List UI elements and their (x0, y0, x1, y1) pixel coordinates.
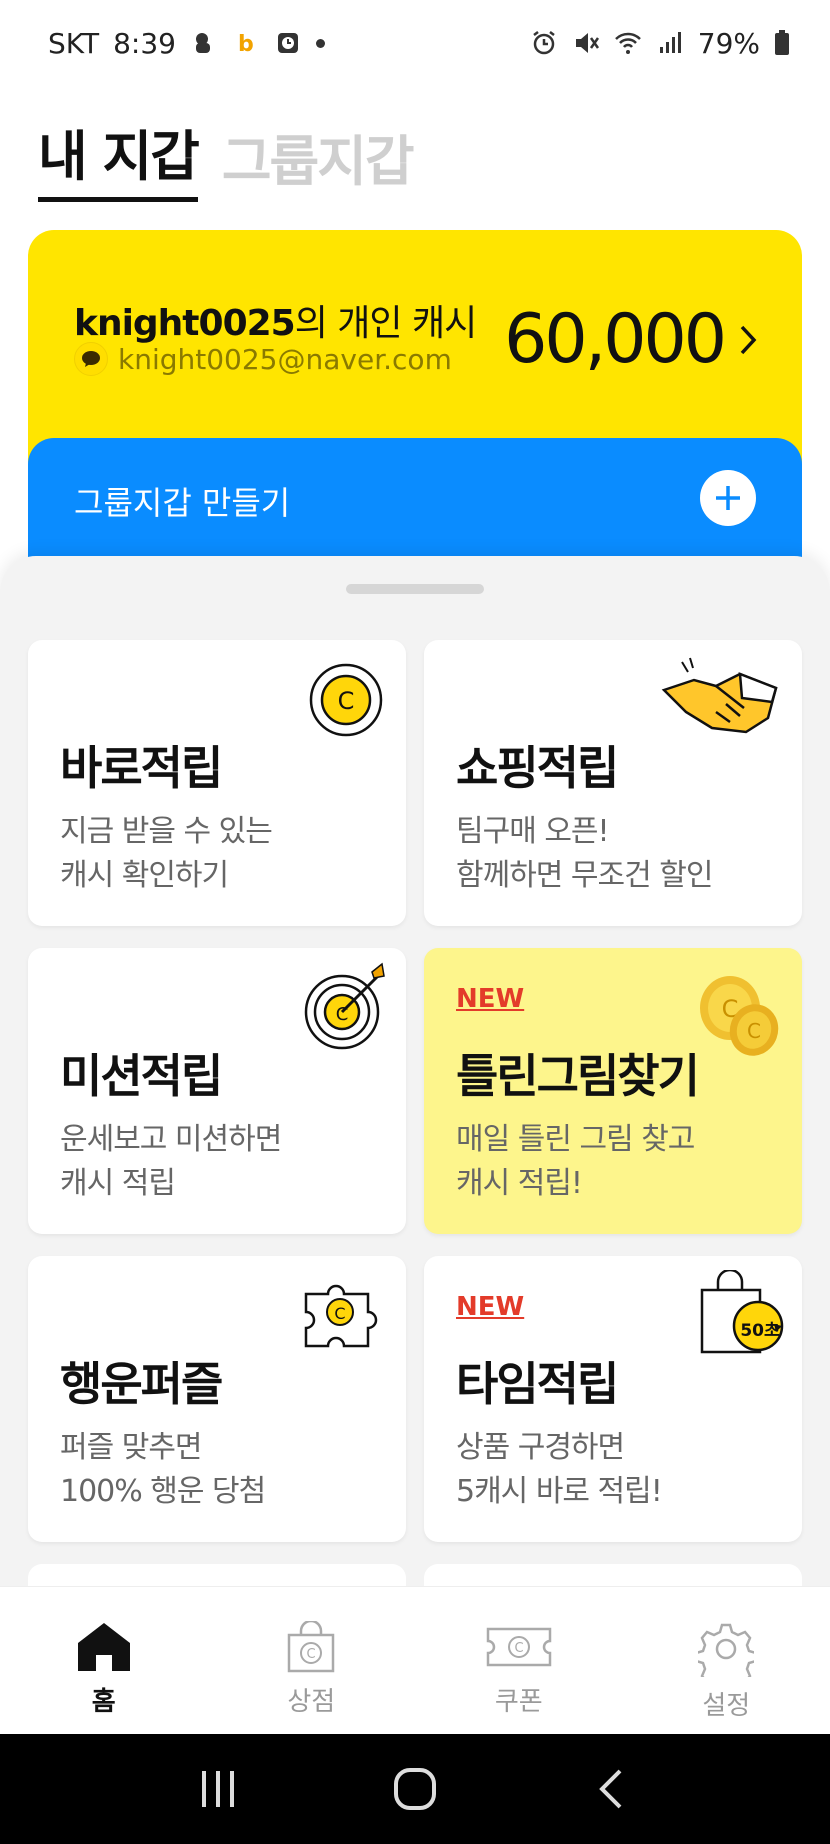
svg-text:C: C (514, 1641, 523, 1656)
card-description: 지금 받을 수 있는 캐시 확인하기 (60, 810, 273, 898)
wifi-icon (614, 32, 641, 54)
cash-amount: 60,000 (504, 300, 727, 379)
more-notifications-dot (315, 38, 325, 48)
gear-icon (698, 1623, 755, 1677)
card-instant-earn[interactable]: C 바로적립 지금 받을 수 있는 캐시 확인하기 (28, 640, 406, 926)
card-time-earn[interactable]: NEW 50초 타임적립 상품 구경하면 5캐시 바로 적립! (424, 1256, 802, 1542)
nav-store-label: 상점 (287, 1687, 336, 1717)
wallet-tabs: 내 지갑 그룹지갑 (38, 112, 415, 202)
mute-icon (575, 33, 599, 53)
card-description: 퍼즐 맞추면 100% 행운 당첨 (60, 1426, 266, 1514)
puzzle-icon: C (304, 1284, 378, 1348)
card-desc-line: 5캐시 바로 적립! (456, 1474, 663, 1509)
nav-settings-label: 설정 (702, 1691, 751, 1721)
card-title: 타임적립 (456, 1357, 619, 1411)
handshake-icon (661, 657, 778, 734)
nav-home-label: 홈 (91, 1687, 116, 1717)
svg-text:b: b (238, 32, 254, 57)
card-spot-difference[interactable]: NEW C C 틀린그림찾기 매일 틀린 그림 찾고 캐시 적립! (424, 948, 802, 1234)
new-badge: NEW (456, 984, 525, 1014)
card-desc-line: 퍼즐 맞추면 (60, 1430, 203, 1465)
card-lucky-puzzle[interactable]: C 행운퍼즐 퍼즐 맞추면 100% 행운 당첨 (28, 1256, 406, 1542)
card-desc-line: 캐시 적립! (456, 1166, 583, 1201)
recent-apps-icon[interactable] (196, 1767, 240, 1811)
nav-settings[interactable]: 설정 (623, 1587, 830, 1734)
card-title: 쇼핑적립 (456, 741, 619, 795)
card-desc-line: 함께하면 무조건 할인 (456, 858, 713, 893)
card-desc-line: 지금 받을 수 있는 (60, 814, 273, 849)
timer-label: 50초 (740, 1321, 780, 1341)
svg-text:C: C (338, 687, 355, 715)
account-email: knight0025@naver.com (118, 342, 452, 376)
app-notification-icon (195, 33, 210, 53)
card-title: 바로적립 (60, 741, 223, 795)
card-desc-line: 캐시 적립 (60, 1166, 176, 1201)
back-icon[interactable] (590, 1767, 634, 1811)
nav-store[interactable]: C 상점 (208, 1587, 416, 1734)
clock-notification-icon (277, 33, 298, 53)
card-description: 매일 틀린 그림 찾고 캐시 적립! (456, 1118, 695, 1206)
tab-group-wallet[interactable]: 그룹지갑 (222, 117, 415, 202)
card-desc-line: 상품 구경하면 (456, 1430, 625, 1465)
card-desc-line: 캐시 확인하기 (60, 858, 229, 893)
shopping-bag-icon (700, 1270, 784, 1354)
home-button-icon[interactable] (393, 1767, 437, 1811)
store-bag-icon: C (288, 1621, 335, 1673)
home-icon (77, 1623, 130, 1671)
card-desc-line: 팀구매 오픈! (456, 814, 610, 849)
earn-menu-sheet: C 바로적립 지금 받을 수 있는 캐시 확인하기 쇼핑적립 팀구매 오픈! 함… (0, 556, 830, 1604)
svg-text:C: C (747, 1019, 761, 1043)
card-description: 운세보고 미션하면 캐시 적립 (60, 1118, 282, 1206)
battery-percent: 79% (697, 26, 760, 60)
card-title: 미션적립 (60, 1049, 223, 1103)
add-group-wallet-button[interactable] (700, 470, 756, 526)
b-notification-icon: b (238, 32, 254, 57)
cash-owner-label: knight0025의 개인 캐시 (74, 294, 477, 346)
battery-icon (775, 30, 789, 55)
card-desc-line: 매일 틀린 그림 찾고 (456, 1122, 695, 1157)
card-shopping-earn[interactable]: 쇼핑적립 팀구매 오픈! 함께하면 무조건 할인 (424, 640, 802, 926)
cash-amount-link[interactable]: 60,000 (504, 300, 758, 379)
svg-text:C: C (307, 1647, 316, 1662)
card-description: 상품 구경하면 5캐시 바로 적립! (456, 1426, 663, 1514)
card-desc-line: 100% 행운 당첨 (60, 1474, 266, 1509)
chat-bubble-icon (74, 342, 108, 376)
card-mission-earn[interactable]: C 미션적립 운세보고 미션하면 캐시 적립 (28, 948, 406, 1234)
svg-text:C: C (334, 1304, 345, 1323)
chevron-right-icon (740, 325, 757, 354)
nav-home[interactable]: 홈 (0, 1587, 208, 1734)
email-row: knight0025@naver.com (74, 342, 452, 376)
bottom-navigation: 홈 C 상점 C 쿠폰 설정 (0, 1586, 830, 1734)
nav-coupon-label: 쿠폰 (494, 1687, 543, 1717)
create-group-wallet-label: 그룹지갑 만들기 (74, 484, 291, 522)
cash-owner-name: knight0025 (74, 303, 296, 344)
carrier-label: SKT (48, 26, 100, 60)
system-navigation-bar (0, 1734, 830, 1844)
nav-coupon[interactable]: C 쿠폰 (415, 1587, 623, 1734)
new-badge: NEW (456, 1292, 525, 1322)
shopping-timer-icon: 50초 (696, 1270, 790, 1356)
card-title: 행운퍼즐 (60, 1357, 223, 1411)
status-bar: SKT 8:39 b 79% (0, 0, 830, 86)
clock-time: 8:39 (113, 26, 176, 60)
coin-icon: C (309, 663, 383, 737)
tab-my-wallet[interactable]: 내 지갑 (38, 112, 200, 202)
sheet-drag-handle[interactable] (346, 584, 484, 594)
gold-coins-icon: C C (700, 976, 779, 1056)
target-icon: C (304, 962, 385, 1050)
alarm-icon (533, 31, 555, 55)
card-title: 틀린그림찾기 (456, 1049, 700, 1103)
signal-icon (659, 32, 681, 53)
card-desc-line: 운세보고 미션하면 (60, 1122, 282, 1157)
card-description: 팀구매 오픈! 함께하면 무조건 할인 (456, 810, 713, 898)
coupon-icon: C (486, 1627, 551, 1667)
cash-owner-suffix: 의 개인 캐시 (294, 303, 477, 344)
plus-icon (716, 486, 740, 510)
